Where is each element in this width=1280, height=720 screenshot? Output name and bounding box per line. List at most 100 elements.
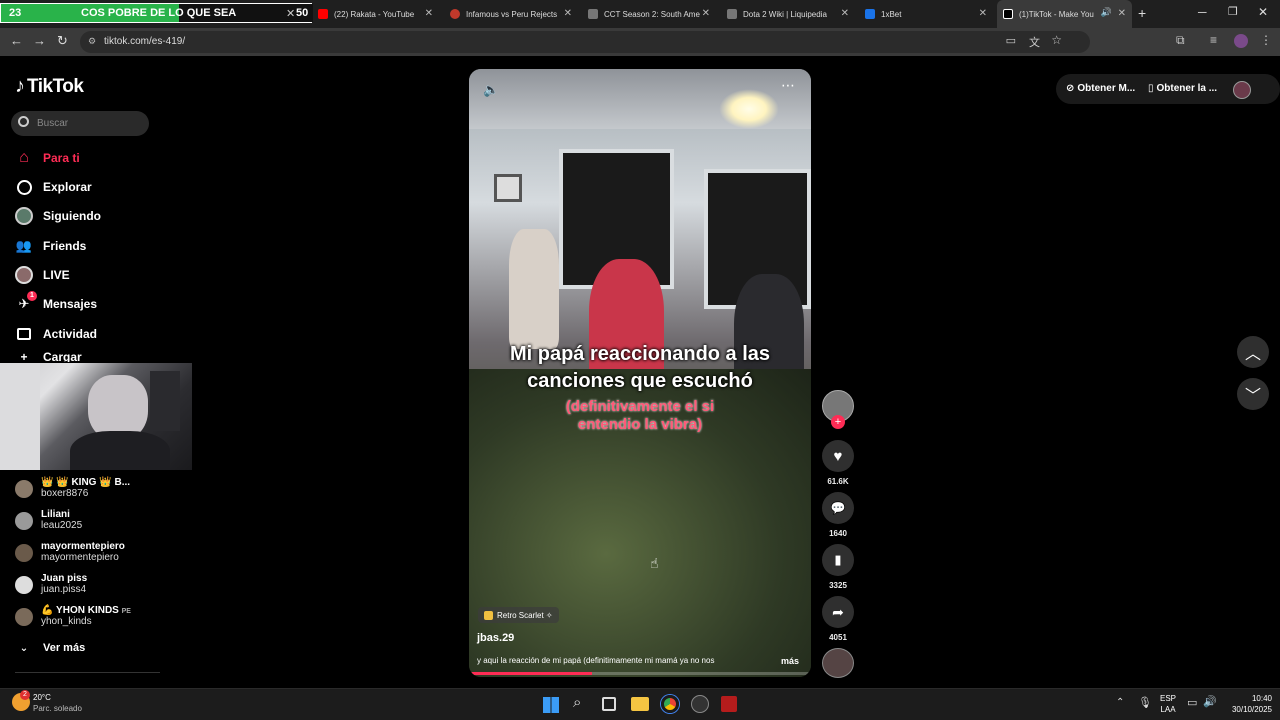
volume-icon[interactable]: 🔊 [1203,695,1217,708]
get-app-button[interactable]: ▯ Obtener la ... [1148,83,1217,94]
tab-label: CCT Season 2: South Ame [604,9,700,19]
more-link[interactable]: más [781,656,799,666]
minimize-icon[interactable]: ─ [1198,5,1207,19]
nav-live[interactable]: LIVE [15,264,70,286]
save-button[interactable]: ▮ [822,544,854,576]
nav-label: LIVE [43,268,70,282]
following-account-3[interactable]: mayormentepiero mayormentepiero [15,541,125,563]
following-account-2[interactable]: Liliani leau2025 [15,509,82,531]
music-tag[interactable]: Retro Scarlet ✧ [478,607,559,623]
previous-video-button[interactable]: ︿ [1237,336,1269,368]
tab-1xbet[interactable]: 1xBet ✕ [859,0,993,28]
get-coins-button[interactable]: ⊘ Obtener M... [1066,83,1135,94]
see-more-link[interactable]: ⌄ Ver más [15,637,85,659]
video-caption: Mi papá reaccionando a las canciones que… [469,343,811,433]
tab-cct[interactable]: CCT Season 2: South Ame ✕ [582,0,716,28]
extensions-icon[interactable]: ⧉ [1176,33,1185,48]
liquipedia-icon [727,9,737,19]
url-input[interactable]: ⚙ tiktok.com/es-419/ 文 ☆ ▭ [80,31,1090,53]
forward-arrow-icon[interactable]: → [33,33,46,48]
windows-start-icon[interactable] [543,697,559,713]
music-tag-icon [484,610,493,620]
tab-infamous[interactable]: Infamous vs Peru Rejects ✕ [444,0,578,28]
cast-icon[interactable]: ▭ [1006,34,1016,47]
clock[interactable]: 10:40 30/10/2025 [1222,693,1272,715]
bookmark-star-icon[interactable]: ☆ [1051,33,1062,47]
progress-bar[interactable] [469,672,811,675]
profile-avatar[interactable] [1234,34,1248,48]
like-count: 61.6K [827,477,849,486]
following-icon [15,207,33,225]
weather-sun-icon[interactable]: 2 [12,690,30,711]
nav-label: Para ti [43,151,80,165]
nav-label: Actividad [43,327,98,341]
nav-label: Friends [43,239,87,253]
speaker-icon[interactable]: 🔊 [1101,7,1112,18]
search-box[interactable]: Buscar [11,111,149,136]
chevron-up-icon[interactable]: ⌃ [1116,697,1124,708]
tab-dota-wiki[interactable]: Dota 2 Wiki | Liquipedia ✕ [721,0,855,28]
share-button[interactable]: ➦ [822,596,854,628]
tab-youtube[interactable]: (22) Rakata - YouTube ✕ [312,0,439,28]
video-player[interactable]: 🔈 ⋯ Mi papá reaccionando a las canciones… [469,69,811,677]
window-close-icon[interactable]: ✕ [1258,5,1268,19]
reload-icon[interactable]: ↻ [57,33,68,49]
mute-speaker-icon[interactable]: 🔈 [483,82,499,98]
close-icon[interactable]: ✕ [564,8,572,19]
following-account-4[interactable]: Juan piss juan.piss4 [15,573,87,595]
media-control-icon[interactable]: ≡ [1210,33,1217,47]
next-video-button[interactable]: ﹀ [1237,378,1269,410]
more-options-icon[interactable]: ⋯ [781,77,795,94]
nav-friends[interactable]: 👥 Friends [15,235,86,257]
close-icon[interactable]: ✕ [979,8,987,19]
close-icon[interactable]: ✕ [1118,8,1126,19]
site-info-icon[interactable]: ⚙ [88,36,96,47]
restore-icon[interactable]: ❐ [1228,5,1238,18]
new-tab-plus-icon[interactable]: + [1138,5,1146,21]
search-icon [18,116,29,127]
network-icon[interactable]: ▭ [1187,696,1197,709]
compass-icon [15,178,33,196]
close-icon[interactable]: ✕ [425,8,433,19]
language-indicator[interactable]: ESP LAA [1160,693,1176,715]
heart-icon: ♥ [833,447,843,465]
avatar [15,544,33,562]
tiktok-logo[interactable]: ♪ TikTok [15,75,84,98]
nav-actividad[interactable]: Actividad [15,323,97,345]
menu-kebab-icon[interactable]: ⋮ [1260,33,1272,47]
stream-overlay-banner: 23 COS POBRE DE LO QUE SEA ✕ 50 [0,3,313,23]
obs-icon[interactable] [691,695,709,713]
nav-siguiendo[interactable]: Siguiendo [15,205,101,227]
messages-icon: ✈ 1 [15,291,37,313]
microphone-icon[interactable]: 🎙 [1138,696,1152,709]
following-account-1[interactable]: 👑 👑 KING 👑 B... boxer8876 [15,477,130,499]
search-icon[interactable]: ⌕ [573,694,581,711]
close-icon[interactable]: ✕ [841,8,849,19]
close-icon[interactable]: ✕ [702,8,710,19]
translate-icon[interactable]: 文 [1029,34,1040,50]
nav-explorar[interactable]: Explorar [15,176,92,198]
file-explorer-icon[interactable] [631,697,649,711]
nav-cargar-partial[interactable]: + Cargar [15,352,81,362]
chevron-up-icon: ︿ [1244,346,1261,363]
like-button[interactable]: ♥ [822,440,854,472]
user-avatar[interactable] [1233,81,1251,99]
back-arrow-icon[interactable]: ← [10,33,23,48]
follow-plus-icon[interactable]: + [831,415,845,429]
header-actions: ⊘ Obtener M... ▯ Obtener la ... [1056,74,1280,104]
caption-line-1: Mi papá reaccionando a las [509,343,771,365]
video-author[interactable]: jbas.29 [477,632,514,644]
following-account-5[interactable]: 💪 YHON KINDS PE yhon_kinds [15,605,131,627]
chrome-icon[interactable] [661,695,679,713]
avatar [15,608,33,626]
dota-icon[interactable] [721,696,737,712]
tab-tiktok[interactable]: (1)TikTok - Make You 🔊 ✕ [997,0,1132,28]
task-view-icon[interactable] [602,697,616,711]
nav-mensajes[interactable]: ✈ 1 Mensajes [15,291,97,315]
close-icon[interactable]: ✕ [286,7,295,20]
music-disc-avatar[interactable] [822,648,854,678]
account-country-tag: PE [121,608,131,615]
nav-para-ti[interactable]: ⌂ Para ti [15,147,80,169]
comment-button[interactable]: 💬 [822,492,854,524]
liquipedia-icon [588,9,598,19]
